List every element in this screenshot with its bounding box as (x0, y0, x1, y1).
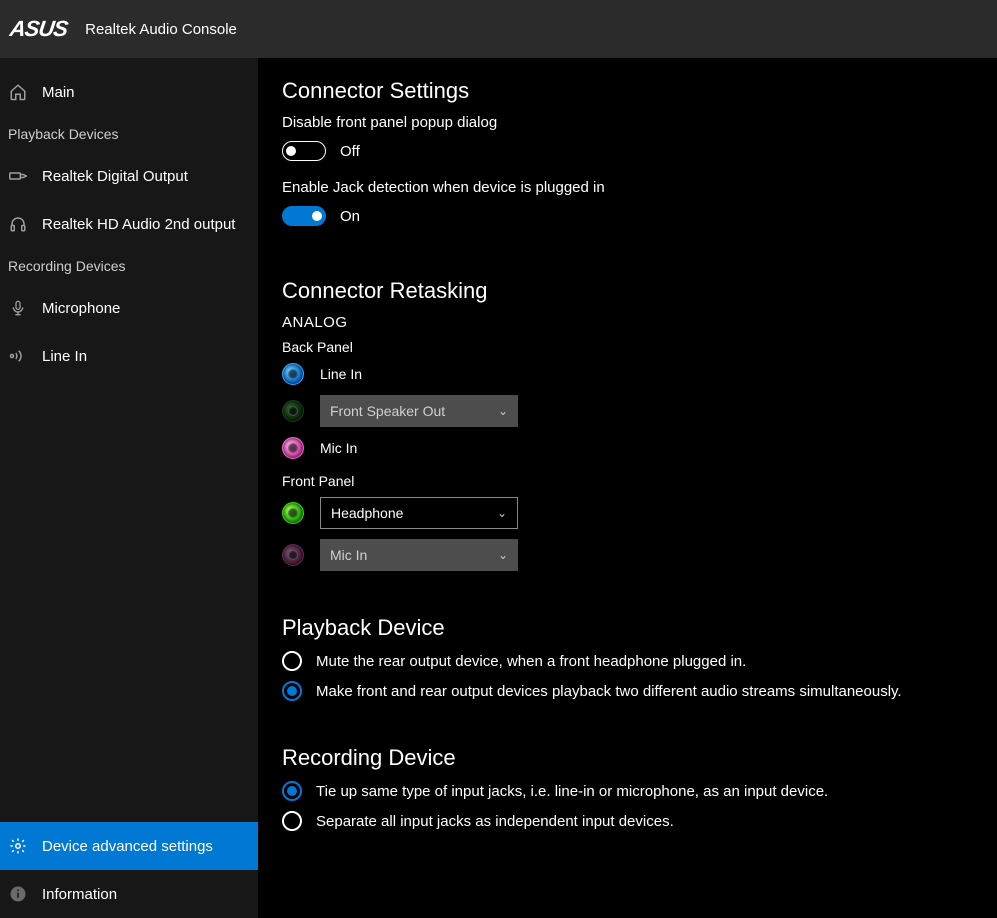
enable-jack-toggle[interactable] (282, 206, 326, 226)
section-playback-device: Playback Device (282, 615, 997, 641)
radio-icon (282, 651, 302, 671)
dropdown-value: Headphone (331, 505, 403, 521)
chevron-down-icon: ⌄ (498, 548, 508, 562)
jack-headphone-icon[interactable] (282, 502, 304, 524)
back-panel-label: Back Panel (282, 339, 997, 355)
front-speaker-dropdown[interactable]: Front Speaker Out ⌄ (320, 395, 518, 427)
radio-icon (282, 681, 302, 701)
sidebar: Main Playback Devices Realtek Digital Ou… (0, 58, 258, 918)
sidebar-item-advanced[interactable]: Device advanced settings (0, 822, 258, 870)
chevron-down-icon: ⌄ (497, 506, 507, 520)
sidebar-item-main[interactable]: Main (0, 68, 258, 116)
section-connector-retasking: Connector Retasking (282, 278, 997, 304)
disable-popup-toggle[interactable] (282, 141, 326, 161)
radio-label: Make front and rear output devices playb… (316, 683, 902, 700)
section-connector-settings: Connector Settings (282, 78, 997, 104)
sidebar-item-label: Realtek Digital Output (42, 168, 188, 185)
radio-label: Mute the rear output device, when a fron… (316, 653, 746, 670)
headphones-icon (8, 214, 28, 234)
mic-in-front-dropdown[interactable]: Mic In ⌄ (320, 539, 518, 571)
playback-option-mute[interactable]: Mute the rear output device, when a fron… (282, 651, 997, 671)
jack-front-speaker-icon[interactable] (282, 400, 304, 422)
enable-jack-state: On (340, 208, 360, 225)
front-panel-label: Front Panel (282, 473, 997, 489)
radio-label: Separate all input jacks as independent … (316, 813, 674, 830)
microphone-icon (8, 298, 28, 318)
sidebar-item-label: Information (42, 886, 117, 903)
dropdown-value: Front Speaker Out (330, 403, 445, 419)
app-title: Realtek Audio Console (85, 21, 237, 38)
disable-popup-label: Disable front panel popup dialog (282, 114, 997, 131)
sidebar-item-hd-audio-2[interactable]: Realtek HD Audio 2nd output (0, 200, 258, 248)
radio-icon (282, 811, 302, 831)
signal-icon (8, 346, 28, 366)
home-icon (8, 82, 28, 102)
sidebar-item-label: Line In (42, 348, 87, 365)
enable-jack-label: Enable Jack detection when device is plu… (282, 179, 997, 196)
section-recording-device: Recording Device (282, 745, 997, 771)
jack-mic-in-back-label: Mic In (320, 440, 357, 456)
sidebar-item-label: Main (42, 84, 75, 101)
radio-icon (282, 781, 302, 801)
radio-label: Tie up same type of input jacks, i.e. li… (316, 783, 828, 800)
chevron-down-icon: ⌄ (498, 404, 508, 418)
title-bar: ASUS Realtek Audio Console (0, 0, 997, 58)
sidebar-item-label: Realtek HD Audio 2nd output (42, 216, 235, 233)
sidebar-item-linein[interactable]: Line In (0, 332, 258, 380)
jack-mic-in-front-icon[interactable] (282, 544, 304, 566)
sidebar-header-playback: Playback Devices (0, 116, 258, 152)
sidebar-item-digital-output[interactable]: Realtek Digital Output (0, 152, 258, 200)
sidebar-item-microphone[interactable]: Microphone (0, 284, 258, 332)
info-icon (8, 884, 28, 904)
playback-option-simultaneous[interactable]: Make front and rear output devices playb… (282, 681, 997, 701)
jack-line-in-icon[interactable] (282, 363, 304, 385)
optical-icon (8, 166, 28, 186)
recording-option-tieup[interactable]: Tie up same type of input jacks, i.e. li… (282, 781, 997, 801)
main-content: Connector Settings Disable front panel p… (258, 58, 997, 918)
jack-line-in-label: Line In (320, 366, 362, 382)
jack-mic-in-back-icon[interactable] (282, 437, 304, 459)
dropdown-value: Mic In (330, 547, 367, 563)
gear-icon (8, 836, 28, 856)
analog-label: ANALOG (282, 314, 997, 331)
sidebar-item-label: Device advanced settings (42, 838, 213, 855)
sidebar-header-recording: Recording Devices (0, 248, 258, 284)
sidebar-item-label: Microphone (42, 300, 120, 317)
recording-option-separate[interactable]: Separate all input jacks as independent … (282, 811, 997, 831)
disable-popup-state: Off (340, 143, 360, 160)
sidebar-item-information[interactable]: Information (0, 870, 258, 918)
headphone-dropdown[interactable]: Headphone ⌄ (320, 497, 518, 529)
asus-logo: ASUS (8, 16, 69, 42)
